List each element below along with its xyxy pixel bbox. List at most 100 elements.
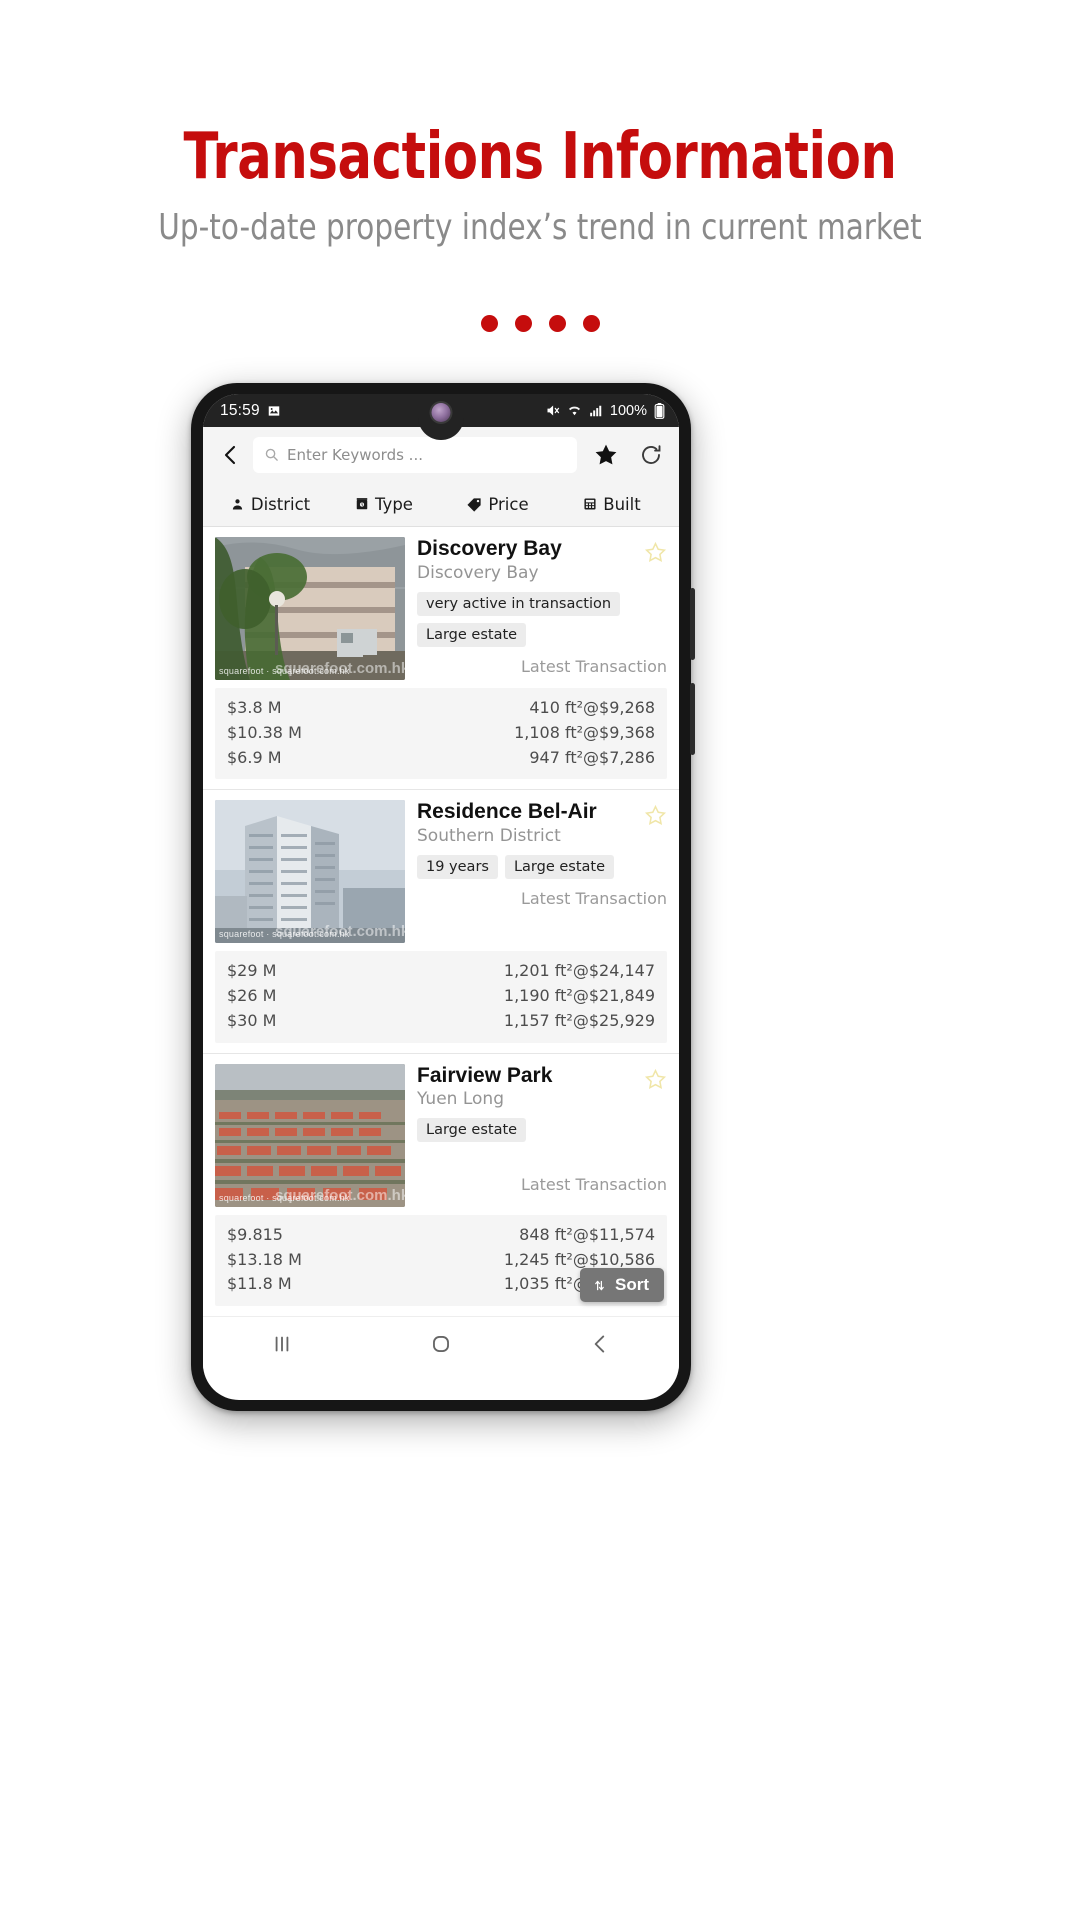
transaction-price: $9.815 <box>227 1224 283 1244</box>
carousel-dots <box>0 315 1080 332</box>
transaction-price: $13.18 M <box>227 1249 302 1269</box>
listing-tags: 19 years Large estate <box>417 854 667 879</box>
transaction-price: $10.38 M <box>227 722 302 742</box>
transaction-unit-price: 1,190 ft²@$21,849 <box>503 986 655 1006</box>
carousel-dot[interactable] <box>582 315 600 332</box>
battery-percent: 100% <box>609 402 647 419</box>
search-placeholder-text: Enter Keywords ... <box>287 445 423 464</box>
image-watermark: squarefoot · squarefoot.com.hk <box>219 1192 350 1203</box>
filter-built-label: Built <box>603 494 641 514</box>
listing-tags: very active in transaction Large estate <box>417 591 667 647</box>
listing-thumbnail[interactable]: squarefoot.com.hk squarefoot · squarefoo… <box>215 537 405 680</box>
battery-icon <box>654 402 665 419</box>
carousel-dot[interactable] <box>514 315 532 332</box>
image-icon <box>267 404 281 418</box>
tag[interactable]: very active in transaction <box>417 591 621 616</box>
listing-tags: Large estate <box>417 1118 667 1143</box>
android-nav-bar <box>203 1316 679 1370</box>
transaction-price: $30 M <box>227 1010 277 1030</box>
star-outline-icon[interactable] <box>644 804 667 827</box>
page-title: Transactions Information <box>183 120 897 194</box>
sort-button-label: Sort <box>615 1275 649 1294</box>
transaction-unit-price: 1,201 ft²@$24,147 <box>503 961 655 981</box>
listing-thumbnail[interactable]: squarefoot.com.hk squarefoot · squarefoo… <box>215 1063 405 1207</box>
listing-district: Southern District <box>417 825 561 846</box>
phone-mockup: 15:59 100% Enter Keywords ... District T… <box>191 383 695 1411</box>
transaction-unit-price: 947 ft²@$7,286 <box>529 747 655 767</box>
transaction-unit-price: 410 ft²@$9,268 <box>529 698 655 717</box>
recents-bars-icon[interactable] <box>269 1331 295 1357</box>
filter-type[interactable]: Type <box>327 495 441 514</box>
transaction-unit-price: 848 ft²@$11,574 <box>519 1224 655 1244</box>
phone-screen: 15:59 100% Enter Keywords ... District T… <box>203 394 679 1400</box>
star-outline-icon[interactable] <box>644 1068 667 1091</box>
filter-price[interactable]: Price <box>441 495 555 514</box>
tag[interactable]: Large estate <box>504 854 615 879</box>
filter-type-label: Type <box>375 494 413 514</box>
table-row: $10.38 M 1,108 ft²@$9,368 <box>227 721 655 746</box>
mute-icon <box>545 403 560 418</box>
listing-district: Discovery Bay <box>417 562 539 583</box>
latest-transaction-label: Latest Transaction <box>520 656 667 676</box>
listing-district: Yuen Long <box>417 1089 504 1110</box>
transaction-unit-price: 1,157 ft²@$25,929 <box>503 1010 655 1030</box>
list-item[interactable]: squarefoot.com.hk squarefoot · squarefoo… <box>203 527 679 791</box>
sort-arrows-icon <box>592 1278 607 1293</box>
status-right: 100% <box>545 402 679 419</box>
price-tag-icon <box>467 497 482 512</box>
back-chevron-icon[interactable] <box>587 1331 613 1357</box>
transaction-table: $3.8 M 410 ft²@$9,268 $10.38 M 1,108 ft²… <box>215 688 667 780</box>
filter-built[interactable]: Built <box>555 495 669 514</box>
building-box-icon <box>355 497 369 511</box>
home-circle-icon[interactable] <box>428 1331 454 1357</box>
carousel-dot[interactable] <box>548 315 566 332</box>
table-row: $9.815 848 ft²@$11,574 <box>227 1223 655 1248</box>
listing-title: Discovery Bay <box>417 537 562 560</box>
search-icon <box>264 447 279 462</box>
sort-button[interactable]: Sort <box>580 1268 664 1302</box>
listings-list[interactable]: squarefoot.com.hk squarefoot · squarefoo… <box>203 527 679 1316</box>
latest-transaction-label: Latest Transaction <box>520 1175 667 1195</box>
location-pin-icon <box>230 497 245 512</box>
transaction-price: $11.8 M <box>227 1274 292 1294</box>
transaction-price: $29 M <box>227 961 277 981</box>
transaction-price: $6.9 M <box>227 747 282 767</box>
star-outline-icon[interactable] <box>644 541 667 564</box>
transaction-price: $26 M <box>227 986 277 1006</box>
table-row: $26 M 1,190 ft²@$21,849 <box>227 984 655 1009</box>
transaction-table: $29 M 1,201 ft²@$24,147 $26 M 1,190 ft²@… <box>215 951 667 1043</box>
tag[interactable]: Large estate <box>417 1118 527 1143</box>
status-bar: 15:59 100% <box>203 394 679 440</box>
listing-title: Residence Bel-Air <box>417 800 597 824</box>
clock: 15:59 <box>220 401 260 419</box>
table-row: $30 M 1,157 ft²@$25,929 <box>227 1009 655 1034</box>
carousel-dot[interactable] <box>480 315 498 332</box>
filter-district-label: District <box>250 494 311 514</box>
calculator-icon <box>583 497 597 511</box>
table-row: $3.8 M 410 ft²@$9,268 <box>227 696 655 721</box>
signal-icon <box>589 404 603 418</box>
wifi-icon <box>567 403 582 418</box>
page-subtitle: Up-to-date property index’s trend in cur… <box>158 207 922 248</box>
listing-thumbnail[interactable]: squarefoot.com.hk squarefoot · squarefoo… <box>215 800 405 944</box>
image-watermark: squarefoot · squarefoot.com.hk <box>219 929 350 940</box>
latest-transaction-label: Latest Transaction <box>520 888 667 908</box>
back-chevron-icon[interactable] <box>219 443 243 467</box>
tag[interactable]: 19 years <box>417 854 498 879</box>
table-row: $6.9 M 947 ft²@$7,286 <box>227 746 655 771</box>
filter-bar: District Type Price Built <box>203 482 679 527</box>
poster-page: Transactions Information Up-to-date prop… <box>0 0 1080 1920</box>
refresh-icon[interactable] <box>639 443 663 467</box>
status-left: 15:59 <box>203 402 281 420</box>
image-watermark: squarefoot · squarefoot.com.hk <box>219 666 350 676</box>
listing-title: Fairview Park <box>417 1063 553 1087</box>
table-row: $29 M 1,201 ft²@$24,147 <box>227 959 655 984</box>
transaction-unit-price: 1,108 ft²@$9,368 <box>514 722 655 742</box>
front-camera <box>431 403 451 422</box>
search-input[interactable]: Enter Keywords ... <box>253 436 577 473</box>
filter-price-label: Price <box>488 494 529 514</box>
filter-district[interactable]: District <box>213 495 327 514</box>
star-filled-icon[interactable] <box>593 442 619 468</box>
list-item[interactable]: squarefoot.com.hk squarefoot · squarefoo… <box>203 790 679 1054</box>
tag[interactable]: Large estate <box>417 622 527 647</box>
